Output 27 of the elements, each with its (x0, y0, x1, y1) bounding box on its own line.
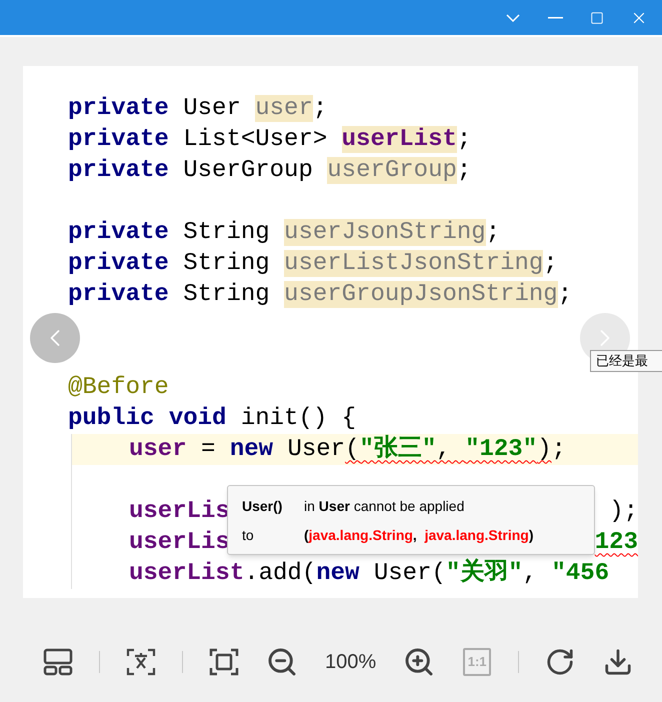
scan-text-icon (126, 648, 156, 676)
code-line: userLis (129, 496, 230, 526)
code-line: @Before (68, 372, 169, 402)
rotate-icon (545, 647, 576, 677)
tooltip-message: in User cannot be applied (304, 497, 464, 516)
code-line: private String userGroupJsonString; (68, 280, 572, 310)
tooltip-message: (java.lang.String, java.lang.String) (304, 526, 534, 545)
code-line: public void init() { (68, 404, 356, 434)
code-line: userList.add(new User("关羽", "456 (129, 557, 610, 588)
code-line: userLis (129, 528, 230, 558)
code-line: user = new User("张三", "123"); (129, 434, 566, 464)
code-line: private UserGroup userGroup; (68, 156, 472, 186)
fit-screen-icon (209, 648, 239, 676)
code-line: private User user; (68, 94, 328, 124)
nav-tooltip: 已经是最 (590, 350, 662, 372)
minimize-icon (548, 16, 562, 18)
zoom-level: 100% (324, 650, 378, 675)
zoom-in-icon (403, 646, 436, 678)
zoom-out-icon (266, 646, 298, 678)
layout-icon (43, 648, 73, 676)
tooltip-label: User() (242, 497, 284, 516)
code-line: 123 (594, 528, 638, 558)
download-icon (603, 647, 634, 677)
code-line: ); (609, 496, 638, 526)
chevron-down-icon (506, 14, 520, 22)
tooltip-label: to (242, 526, 255, 545)
maximize-icon (590, 10, 604, 24)
